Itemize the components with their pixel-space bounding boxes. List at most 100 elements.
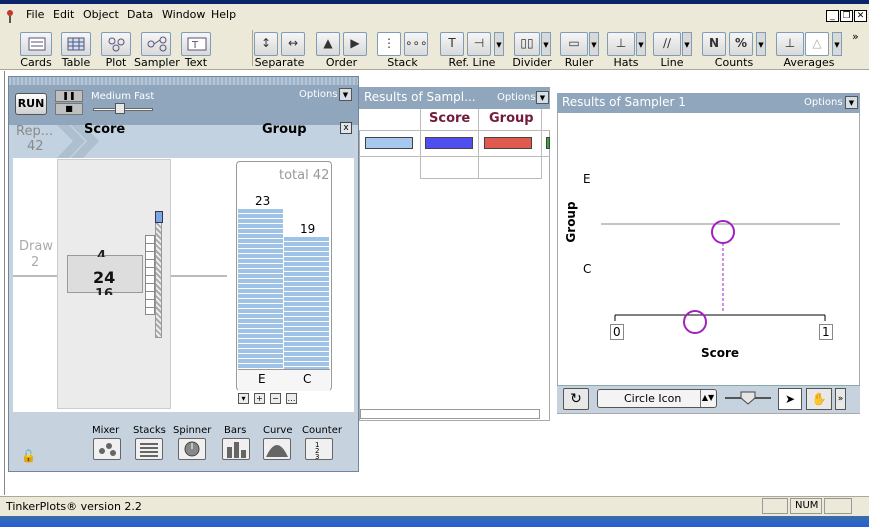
ruler-dropdown[interactable]: ▼ [589,32,599,56]
counts-percent-button[interactable]: % [729,32,753,56]
plot-icon [108,37,125,52]
x-axis-min-label[interactable]: 0 [610,324,624,340]
chevron-down-icon[interactable]: ▼ [339,88,352,101]
group-bar-c[interactable] [284,237,329,369]
repeat-value[interactable]: 42 [27,139,44,154]
refresh-button[interactable]: ↻ [563,388,589,410]
results-table-title: Results of Sampl... [364,90,476,104]
stack-vertical-button[interactable]: ⋮ [377,32,401,56]
menu-data[interactable]: Data [127,8,153,21]
averages-mean-button[interactable]: ⊥ [776,32,804,56]
chevron-updown-icon[interactable]: ▲▼ [700,390,715,407]
counts-n-button[interactable]: N [702,32,726,56]
separate-horizontal-button[interactable]: ↔ [281,32,305,56]
table-gridline [420,109,421,179]
order-horizontal-button[interactable]: ▶ [343,32,367,56]
plot-more-button[interactable]: » [835,388,846,410]
order-up-icon: ▲ [323,36,333,50]
lock-icon[interactable]: 🔓 [21,449,36,463]
group-column-header[interactable]: Group [262,122,307,137]
add-element-button[interactable]: + [254,393,265,404]
ref-line-vertical-button[interactable]: T [440,32,464,56]
plot-point-score[interactable] [683,310,707,334]
text-button[interactable]: T [181,32,211,56]
pointer-tool-button[interactable]: ➤ [778,388,802,410]
menu-file[interactable]: File [26,8,44,21]
counter-icon[interactable]: 123 [305,438,333,461]
menu-object[interactable]: Object [83,8,119,21]
hand-tool-button[interactable]: ✋ [806,388,832,410]
plot-area[interactable] [557,113,860,385]
ref-line-horizontal-button[interactable]: ⊣ [467,32,491,56]
sampler-window[interactable]: RUN ❚❚ ■ Medium Fast Options ▼ Rep... 42… [8,76,359,472]
counts-dropdown[interactable]: ▼ [756,32,766,56]
score-scroll-thumb[interactable] [155,211,163,223]
close-icon[interactable]: ✕ [854,10,867,22]
more-options-button[interactable]: … [286,393,297,404]
table-column-score[interactable]: Score [429,111,470,126]
draw-value[interactable]: 2 [31,255,39,270]
line-dropdown[interactable]: ▼ [682,32,692,56]
pause-button[interactable]: ❚❚ [55,90,83,102]
bars-icon[interactable] [222,438,250,460]
separate-label: Separate [254,56,305,69]
divider-dropdown[interactable]: ▼ [541,32,551,56]
curve-icon[interactable] [263,438,291,460]
refresh-icon: ↻ [570,391,582,407]
results-table-options[interactable]: Options [497,92,536,103]
ref-line-dropdown[interactable]: ▼ [494,32,504,56]
status-text: TinkerPlots® version 2.2 [6,500,142,513]
toolbar-more-button[interactable]: » [852,30,859,43]
chevron-down-icon[interactable]: ▼ [536,91,549,104]
score-scrollbar[interactable] [155,214,162,338]
connector-line [171,275,227,277]
x-axis-max-label[interactable]: 1 [819,324,833,340]
stacks-icon[interactable] [135,438,163,460]
menu-window[interactable]: Window [162,8,205,21]
hats-dropdown[interactable]: ▼ [636,32,646,56]
sampler-button[interactable] [141,32,171,56]
hats-button[interactable]: ⊥ [607,32,635,56]
icon-size-slider[interactable] [723,391,773,405]
chevron-down-icon[interactable]: ▼ [845,96,858,109]
group-bar-e[interactable] [238,209,283,369]
menu-help[interactable]: Help [211,8,236,21]
averages-median-button[interactable]: △ [805,32,829,56]
minimize-icon[interactable]: _ [826,10,839,22]
divider-button[interactable]: ▯▯ [514,32,540,56]
sampler-titlebar[interactable] [9,77,358,85]
counter-label: Counter [302,425,342,436]
sampler-options[interactable]: Options [299,89,338,100]
results-table-scrollbar[interactable] [360,409,540,419]
group-category-c[interactable]: C [303,372,311,386]
group-menu-button[interactable]: ▾ [238,393,249,404]
close-icon[interactable]: x [340,122,352,134]
score-column-header[interactable]: Score [84,122,125,137]
spinner-icon[interactable] [178,438,206,460]
table-color-swatch [425,137,473,149]
app-icon[interactable] [5,9,15,23]
line-button[interactable]: ∕∕ [653,32,681,56]
separate-vertical-button[interactable]: ↕ [254,32,278,56]
vertical-arrow-icon: ↕ [260,36,272,50]
run-button[interactable]: RUN [15,93,47,115]
cards-button[interactable] [20,32,52,56]
table-icon [67,37,85,51]
ruler-button[interactable]: ▭ [560,32,588,56]
averages-dropdown[interactable]: ▼ [832,32,842,56]
plot-options[interactable]: Options [804,97,843,108]
speed-slider-thumb[interactable] [115,103,125,114]
group-category-e[interactable]: E [258,372,266,386]
plot-button[interactable] [101,32,131,56]
stop-button[interactable]: ■ [55,103,83,115]
menu-edit[interactable]: Edit [53,8,74,21]
remove-element-button[interactable]: − [270,393,281,404]
table-button[interactable] [61,32,91,56]
order-vertical-button[interactable]: ▲ [316,32,340,56]
num-lock-indicator: NUM [790,498,822,514]
stack-horizontal-button[interactable]: ∘∘∘ [404,32,428,56]
restore-icon[interactable]: ❐ [840,10,853,22]
spinner-current-value: 24 [93,268,116,287]
mixer-icon[interactable] [93,438,121,460]
table-column-group[interactable]: Group [489,111,534,126]
